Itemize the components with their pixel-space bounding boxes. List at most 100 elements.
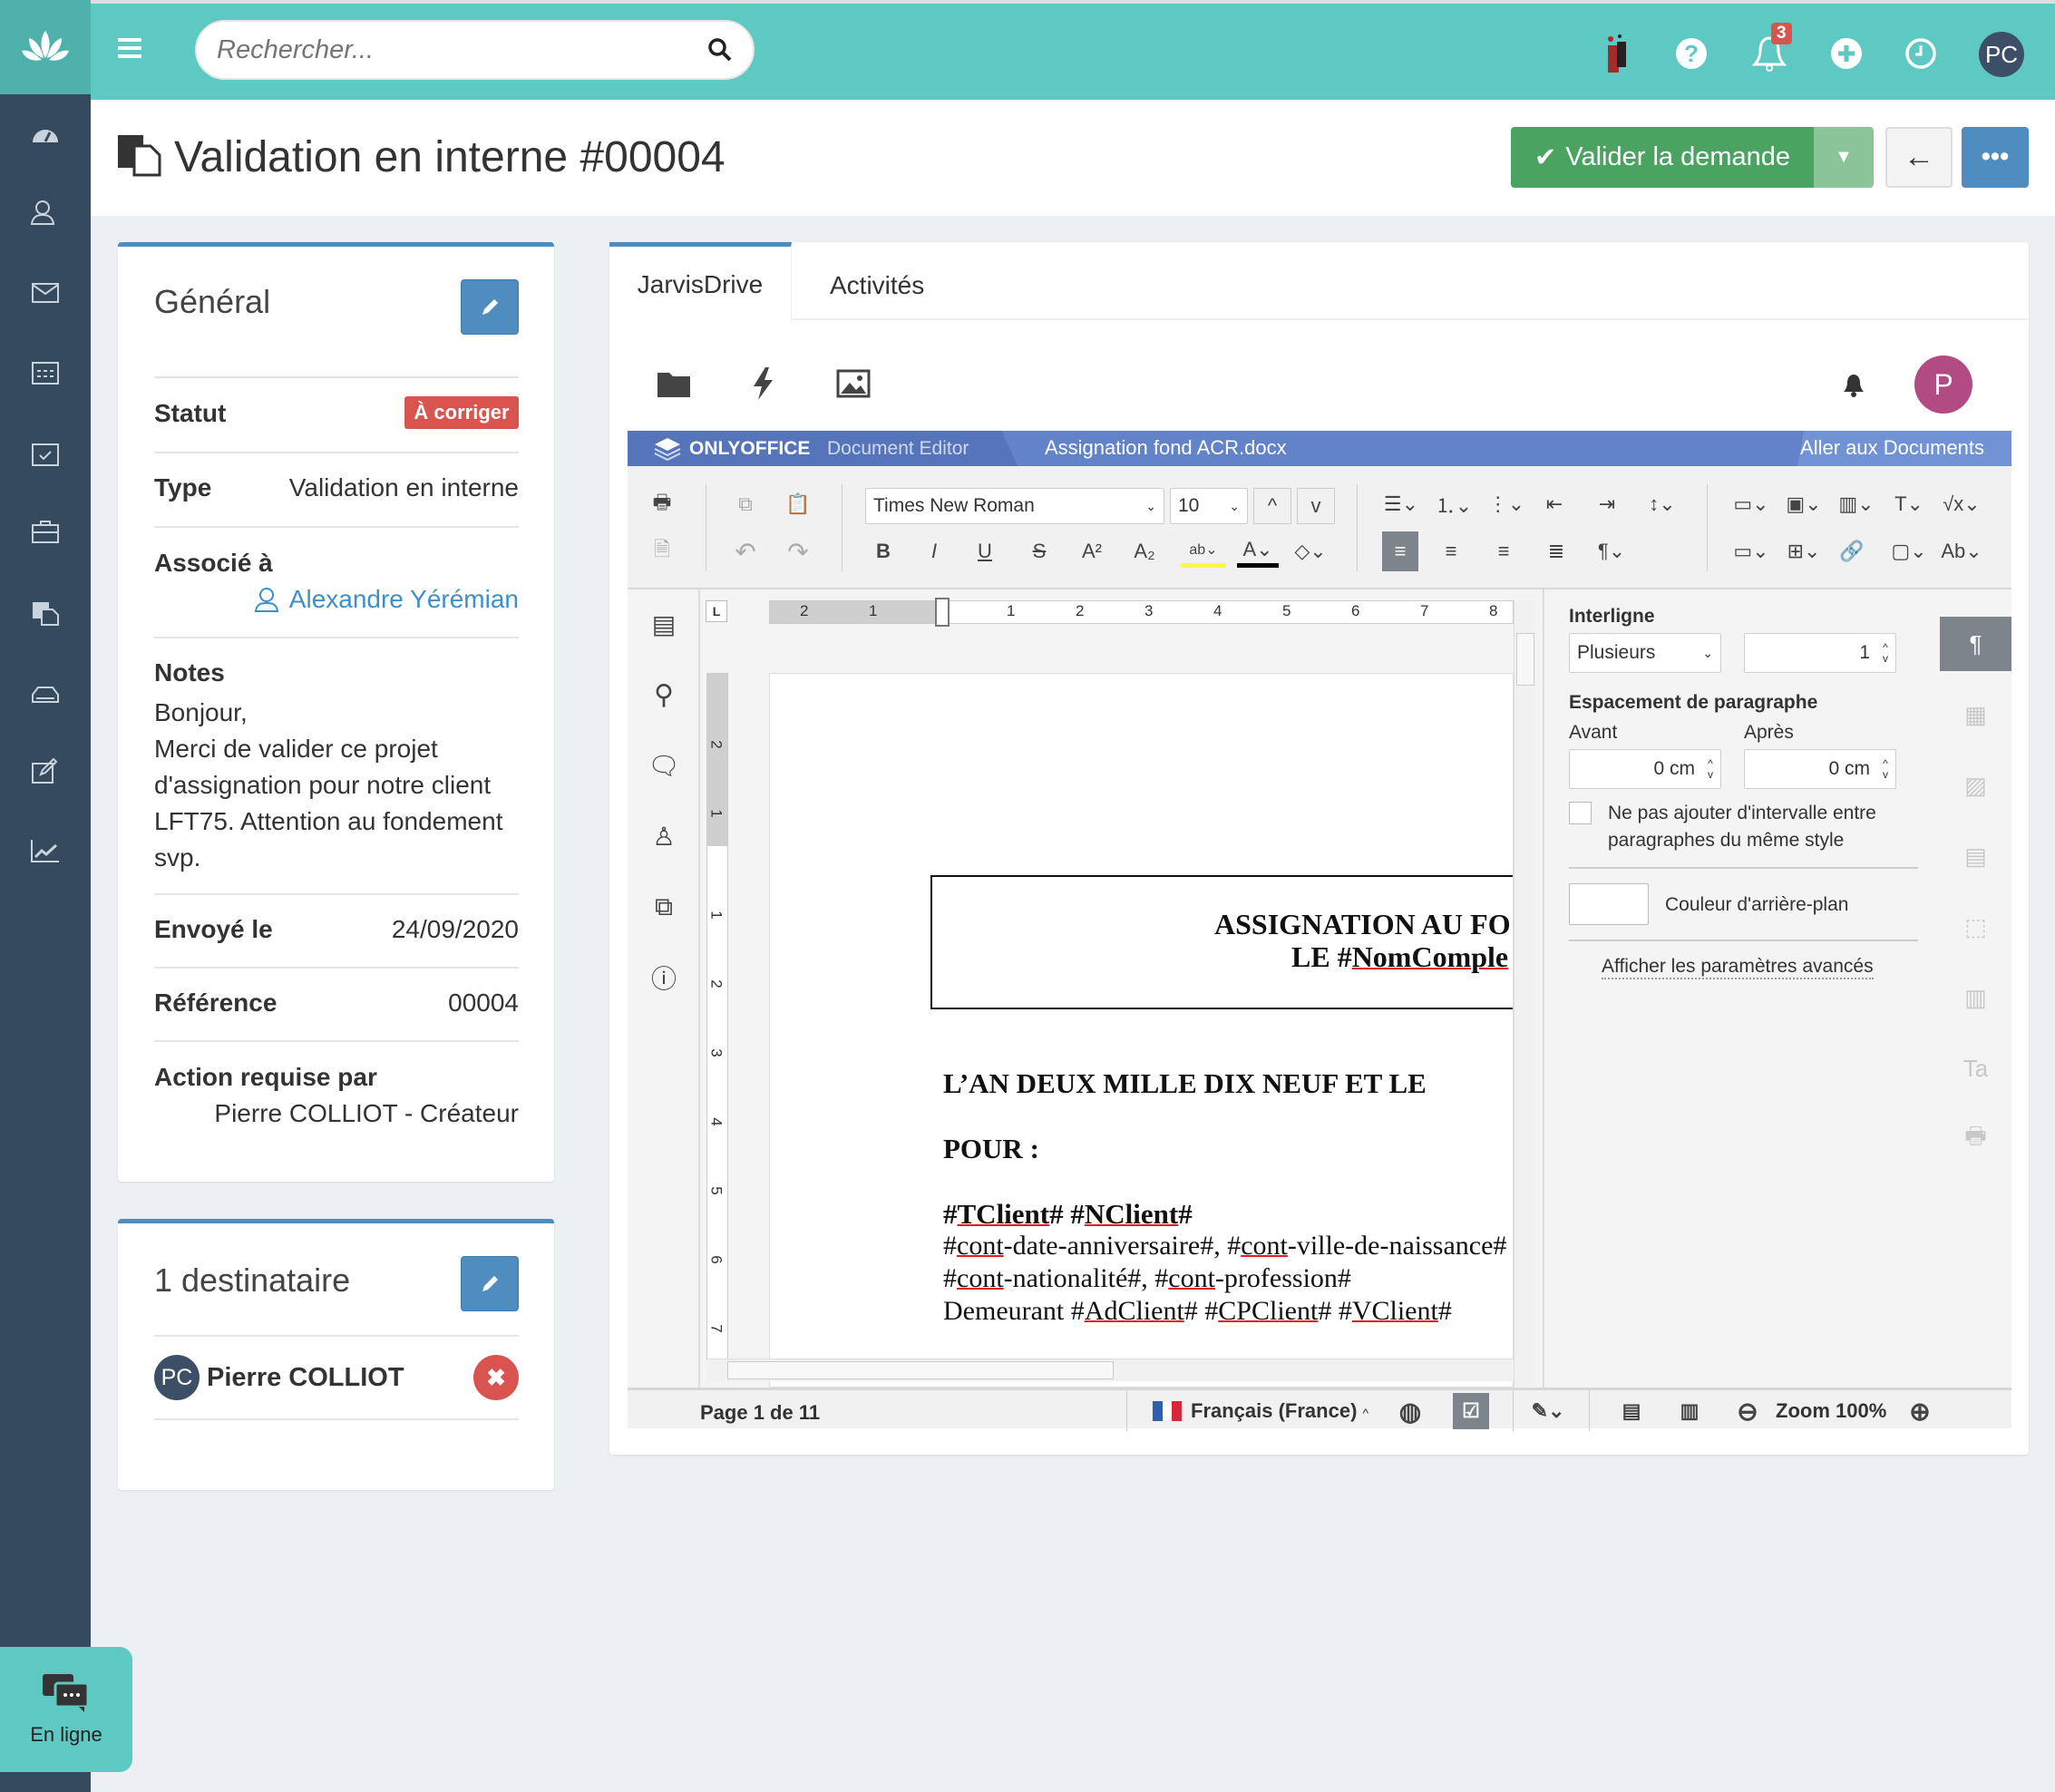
indent-marker[interactable] <box>935 598 950 627</box>
line-spacing-value-input[interactable]: 1 ^ v <box>1744 633 1896 673</box>
align-right-icon[interactable]: ≡ <box>1487 535 1520 568</box>
search-icon[interactable] <box>707 37 733 63</box>
paste-icon[interactable]: 📋 <box>782 488 814 521</box>
validate-button[interactable]: ✔ Valider la demande <box>1511 127 1814 188</box>
numbered-list-icon[interactable]: ⒈⌄ <box>1433 488 1475 521</box>
spellcheck-icon[interactable]: ☑ <box>1453 1393 1489 1429</box>
sidebar-item-business[interactable] <box>0 504 91 559</box>
user-icon[interactable]: ♙ <box>646 818 682 854</box>
textart-settings-icon[interactable]: Ta <box>1940 1041 2011 1096</box>
zoom-in-icon[interactable]: ⊕ <box>1904 1396 1935 1427</box>
language-select[interactable]: Français (France) ^ <box>1191 1399 1368 1423</box>
go-to-documents-link[interactable]: Aller aux Documents <box>1800 436 1984 460</box>
multilevel-list-icon[interactable]: ⋮⌄ <box>1485 488 1527 521</box>
horizontal-ruler[interactable]: 2 1 1 2 3 4 5 6 7 8 <box>769 598 1514 627</box>
back-button[interactable]: ← <box>1885 127 1953 188</box>
image-icon[interactable] <box>836 369 871 398</box>
decrease-font-button[interactable]: v <box>1297 488 1335 524</box>
navigation-icon[interactable]: ▤ <box>646 606 682 642</box>
print-icon[interactable]: 🖶 <box>644 488 680 521</box>
remove-recipient-button[interactable]: ✖ <box>473 1355 519 1400</box>
spacing-after-input[interactable]: 0 cm ^ v <box>1744 749 1896 789</box>
redo-icon[interactable]: ↷ <box>782 535 814 568</box>
tab-jarvisdrive[interactable]: JarvisDrive <box>609 242 792 322</box>
sidebar-item-documents[interactable] <box>0 586 91 640</box>
save-icon[interactable]: 🗎 <box>644 535 680 568</box>
paragraph-marks-icon[interactable]: ¶⌄ <box>1591 535 1632 568</box>
tab-stop-button[interactable]: L <box>706 600 727 622</box>
insert-chart-icon[interactable]: ▥⌄ <box>1834 488 1879 521</box>
advanced-settings-link[interactable]: Afficher les paramètres avancés <box>1602 956 1874 979</box>
search-icon[interactable]: ⚲ <box>646 677 682 713</box>
chart-settings-icon[interactable]: ▥ <box>1940 970 2011 1025</box>
sidebar-item-tasks[interactable] <box>0 426 91 481</box>
highlight-icon[interactable]: ab⌄ <box>1181 535 1226 568</box>
subscript-icon[interactable]: A₂ <box>1130 535 1159 568</box>
text-box-icon[interactable]: T⌄ <box>1886 488 1932 521</box>
superscript-icon[interactable]: A² <box>1077 535 1106 568</box>
font-family-select[interactable]: Times New Roman ⌄ <box>865 488 1164 524</box>
sidebar-item-mail[interactable] <box>0 266 91 320</box>
shape-icon[interactable]: ▢⌄ <box>1886 535 1932 568</box>
strikethrough-icon[interactable]: S <box>1025 535 1054 568</box>
text-art-icon[interactable]: Ab⌄ <box>1939 535 1984 568</box>
history-button[interactable] <box>1895 28 1946 79</box>
validate-dropdown-button[interactable]: ▼ <box>1814 127 1874 188</box>
decrease-indent-icon[interactable]: ⇤ <box>1538 488 1571 521</box>
equation-icon[interactable]: √x⌄ <box>1939 488 1984 521</box>
plugins-icon[interactable]: ⧉ <box>646 889 682 925</box>
comments-icon[interactable]: 🗨 <box>646 747 682 784</box>
italic-icon[interactable]: I <box>920 535 949 568</box>
document-page[interactable]: ASSIGNATION AU FO LE #NomComple L’AN DEU… <box>769 673 1514 1388</box>
add-button[interactable] <box>1821 28 1872 79</box>
menu-icon[interactable] <box>118 38 141 58</box>
insert-table-icon[interactable]: ⊞⌄ <box>1781 535 1826 568</box>
zoom-out-icon[interactable]: ⊖ <box>1732 1396 1763 1427</box>
vertical-ruler[interactable]: 2 1 1 2 3 4 5 6 7 <box>706 673 728 1371</box>
help-button[interactable]: ? <box>1666 28 1717 79</box>
undo-icon[interactable]: ↶ <box>729 535 762 568</box>
insert-image-icon[interactable]: ▣⌄ <box>1781 488 1826 521</box>
spinner-icon[interactable]: ^ v <box>1883 758 1888 780</box>
spinner-icon[interactable]: ^ v <box>1883 642 1888 664</box>
increase-indent-icon[interactable]: ⇥ <box>1591 488 1623 521</box>
bullet-list-icon[interactable]: ☰⌄ <box>1380 488 1422 521</box>
more-button[interactable]: ••• <box>1962 127 2029 188</box>
chat-button[interactable]: En ligne <box>0 1647 132 1772</box>
info-icon[interactable]: ⓘ <box>646 959 682 996</box>
vertical-scrollbar[interactable] <box>1514 600 1536 1388</box>
underline-icon[interactable]: U <box>970 535 999 568</box>
search-input[interactable] <box>217 34 707 65</box>
fit-page-icon[interactable]: ▤ <box>1616 1396 1647 1427</box>
image-settings-icon[interactable]: ▨ <box>1940 758 2011 813</box>
font-color-icon[interactable]: A⌄ <box>1237 535 1279 568</box>
sidebar-item-calendar[interactable] <box>0 345 91 399</box>
drive-avatar[interactable]: P <box>1914 355 1972 414</box>
tab-activites[interactable]: Activités <box>830 271 924 300</box>
edit-general-button[interactable] <box>461 279 519 335</box>
spacing-before-input[interactable]: 0 cm ^ v <box>1569 749 1721 789</box>
track-changes-icon[interactable]: ✎⌄ <box>1527 1396 1569 1427</box>
shape-settings-icon[interactable]: ⬚ <box>1940 900 2011 954</box>
line-spacing-icon[interactable]: ↕⌄ <box>1641 488 1683 521</box>
app-icon[interactable] <box>1592 28 1642 79</box>
shading-icon[interactable]: ◇⌄ <box>1290 535 1331 568</box>
align-center-icon[interactable]: ≡ <box>1435 535 1467 568</box>
paragraph-settings-tab[interactable]: ¶ <box>1940 617 2011 671</box>
edit-recipients-button[interactable] <box>461 1256 519 1311</box>
no-interval-checkbox[interactable] <box>1569 802 1592 824</box>
header-footer-icon[interactable]: ▤ <box>1940 829 2011 883</box>
bell-icon[interactable] <box>1843 373 1865 398</box>
margins-icon[interactable]: ▭⌄ <box>1729 535 1774 568</box>
associated-link[interactable]: Alexandre Yérémian <box>254 585 519 614</box>
sidebar-item-inbox[interactable] <box>0 665 91 719</box>
page-break-icon[interactable]: ▭⌄ <box>1729 488 1774 521</box>
bolt-icon[interactable] <box>751 366 776 401</box>
table-settings-icon[interactable]: ▦ <box>1940 687 2011 742</box>
align-left-icon[interactable]: ≡ <box>1382 531 1418 571</box>
horizontal-scrollbar[interactable] <box>706 1359 1514 1381</box>
globe-icon[interactable]: ◍ <box>1395 1396 1426 1427</box>
copy-icon[interactable]: ⧉ <box>729 488 762 521</box>
spinner-icon[interactable]: ^ v <box>1708 758 1713 780</box>
sidebar-item-stats[interactable] <box>0 823 91 878</box>
